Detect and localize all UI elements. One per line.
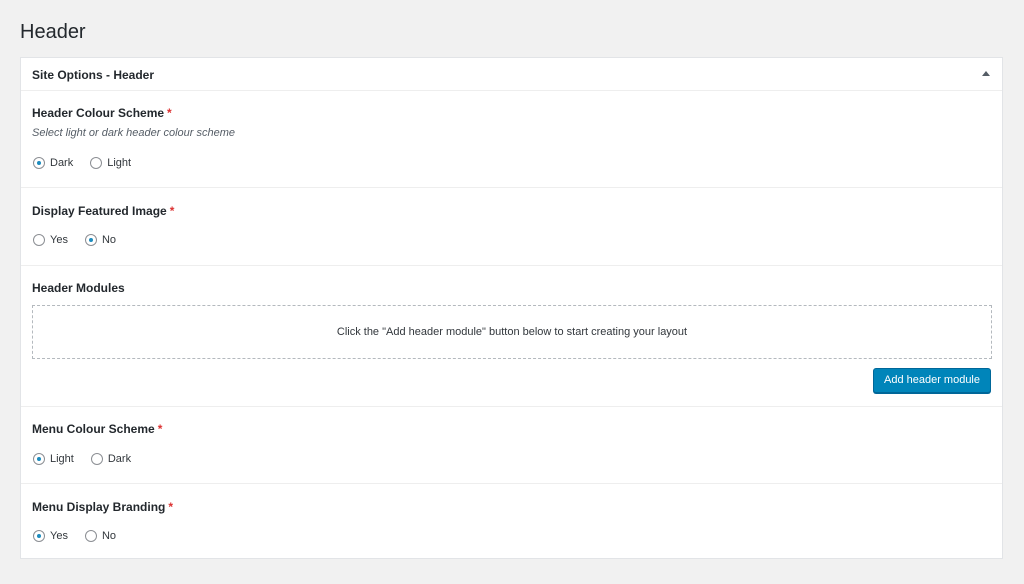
radio-button[interactable] <box>90 157 103 169</box>
radio-group-menu-branding: Yes No <box>33 530 133 542</box>
radio-button-checked[interactable] <box>33 453 45 465</box>
radio-option-dark[interactable]: Dark <box>33 157 73 169</box>
radio-label: Dark <box>50 157 74 169</box>
radio-label: Yes <box>50 530 68 542</box>
radio-button-checked[interactable] <box>33 157 45 169</box>
radio-label: No <box>101 530 117 542</box>
radio-option-no[interactable]: No <box>84 234 117 246</box>
radio-option-light[interactable]: Light <box>90 157 131 169</box>
radio-button-checked[interactable] <box>33 530 45 542</box>
required-asterisk: * <box>168 500 174 514</box>
triangle-up-icon[interactable] <box>982 71 990 76</box>
radio-button-checked[interactable] <box>84 234 97 246</box>
radio-option-light[interactable]: Light <box>33 453 74 465</box>
required-asterisk: * <box>169 204 175 218</box>
required-asterisk: * <box>157 422 163 436</box>
add-header-module-button[interactable]: Add header module <box>872 368 991 393</box>
field-label: Display Featured Image * <box>32 204 175 218</box>
radio-label: Dark <box>107 453 132 465</box>
panel-title: Site Options - Header <box>32 68 155 82</box>
radio-option-yes[interactable]: Yes <box>33 530 68 542</box>
radio-option-dark[interactable]: Dark <box>90 453 132 465</box>
dropzone-empty-text: Click the "Add header module" button bel… <box>336 326 688 338</box>
header-modules-dropzone: Click the "Add header module" button bel… <box>32 305 992 359</box>
field-menu-colour-scheme: Menu Colour Scheme * Light Dark <box>21 407 1002 484</box>
site-options-panel: Site Options - Header Header Colour Sche… <box>20 57 1003 559</box>
field-description: Select light or dark header colour schem… <box>32 127 235 139</box>
field-label: Header Modules <box>32 281 125 295</box>
radio-button[interactable] <box>33 234 45 246</box>
radio-button[interactable] <box>90 453 103 465</box>
radio-label: Light <box>50 453 74 465</box>
field-display-featured-image: Display Featured Image * Yes No <box>21 188 1002 266</box>
radio-group-header-colour: Dark Light <box>33 157 148 169</box>
field-label: Header Colour Scheme * <box>32 106 172 120</box>
field-label: Menu Display Branding * <box>32 500 174 514</box>
field-header-modules: Header Modules Click the "Add header mod… <box>21 266 1002 407</box>
field-header-colour-scheme: Header Colour Scheme * Select light or da… <box>21 91 1002 188</box>
radio-option-yes[interactable]: Yes <box>33 234 68 246</box>
page-title: Header <box>20 21 86 43</box>
required-asterisk: * <box>167 106 172 120</box>
radio-button[interactable] <box>84 530 97 542</box>
radio-group-menu-colour: Light Dark <box>33 453 148 465</box>
radio-group-featured-image: Yes No <box>33 234 133 246</box>
field-label: Menu Colour Scheme * <box>32 422 163 436</box>
panel-header[interactable]: Site Options - Header <box>21 58 1002 91</box>
radio-label: Yes <box>50 234 68 246</box>
radio-label: No <box>101 234 117 246</box>
field-menu-display-branding: Menu Display Branding * Yes No <box>21 484 1002 558</box>
radio-option-no[interactable]: No <box>84 530 117 542</box>
radio-label: Light <box>107 157 132 169</box>
